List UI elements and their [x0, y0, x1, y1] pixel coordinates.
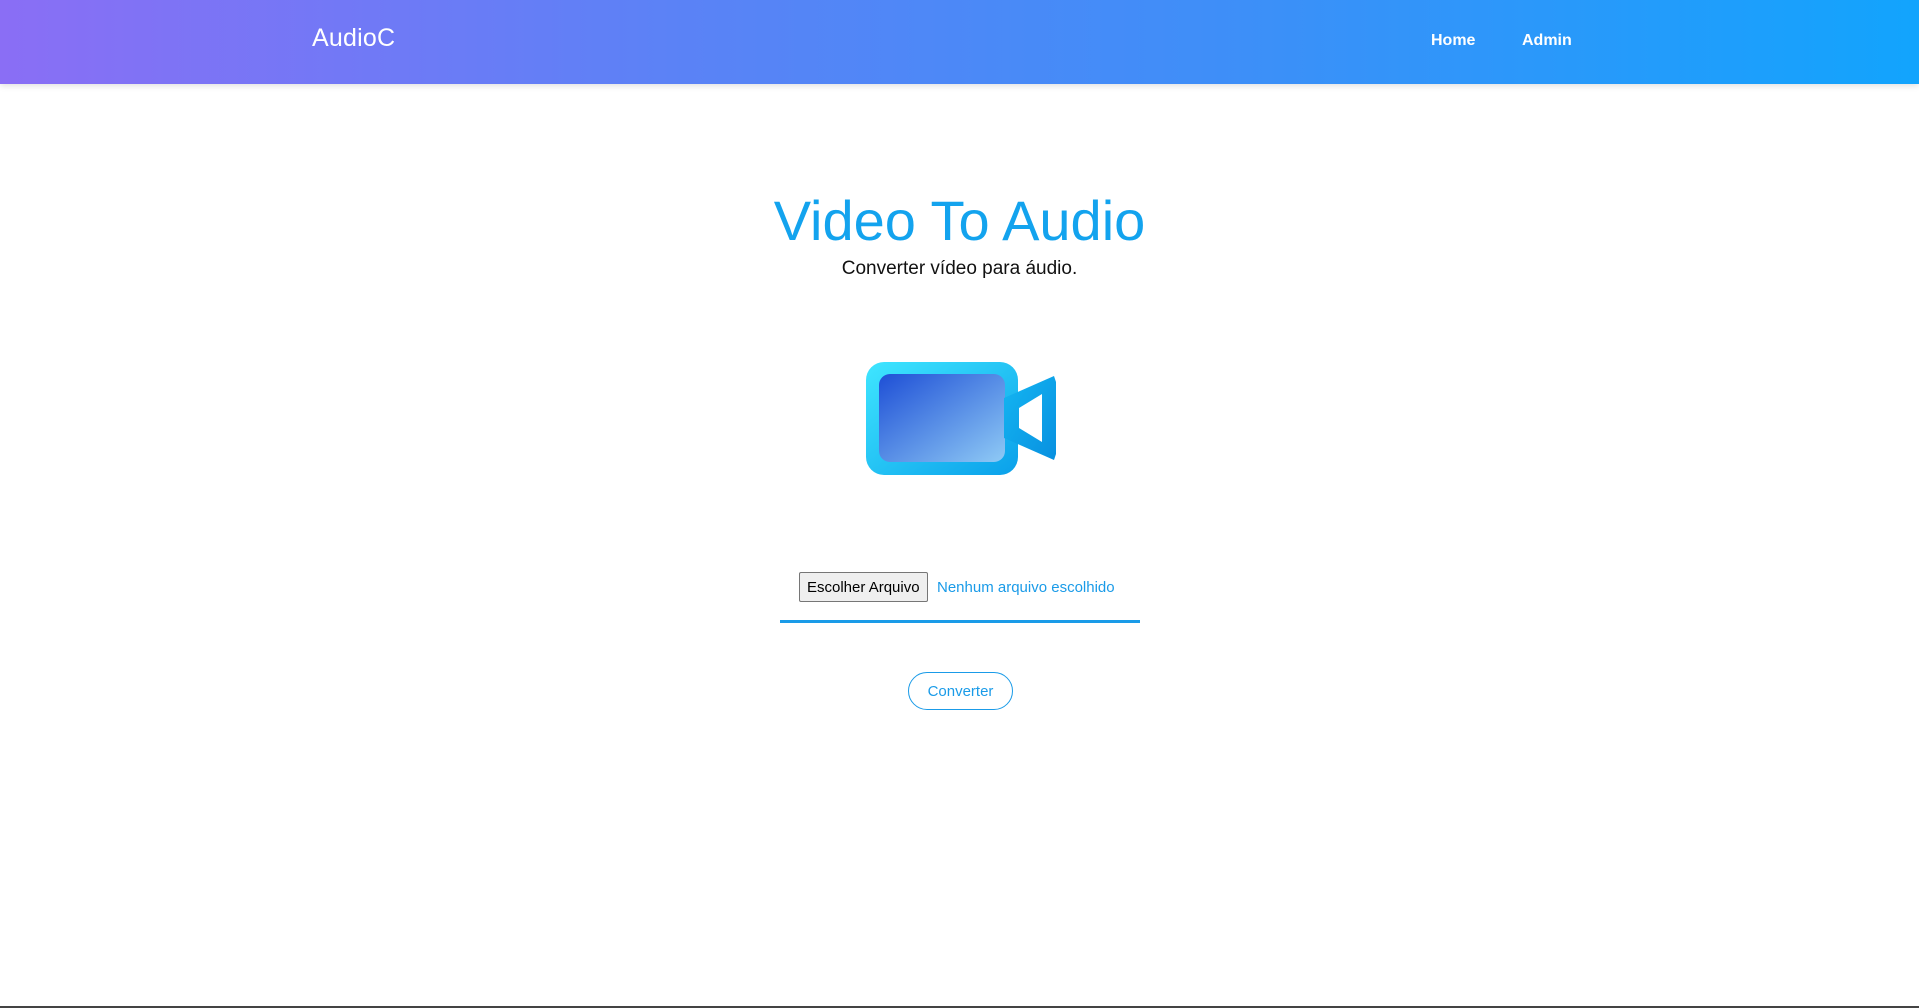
choose-file-button[interactable]: Escolher Arquivo: [799, 572, 928, 602]
file-upload-field: Escolher Arquivo Nenhum arquivo escolhid…: [780, 570, 1140, 623]
nav-link-home[interactable]: Home: [1431, 32, 1475, 50]
nav-link-admin[interactable]: Admin: [1522, 32, 1572, 50]
page-title: Video To Audio: [773, 189, 1146, 252]
top-navbar: AudioC Home Admin: [0, 0, 1919, 84]
video-camera-icon: [864, 358, 1058, 478]
file-status-text: Nenhum arquivo escolhido: [937, 579, 1115, 596]
convert-button[interactable]: Converter: [908, 672, 1013, 710]
brand-logo[interactable]: AudioC: [312, 24, 395, 53]
page-subtitle: Converter vídeo para áudio.: [841, 258, 1078, 279]
